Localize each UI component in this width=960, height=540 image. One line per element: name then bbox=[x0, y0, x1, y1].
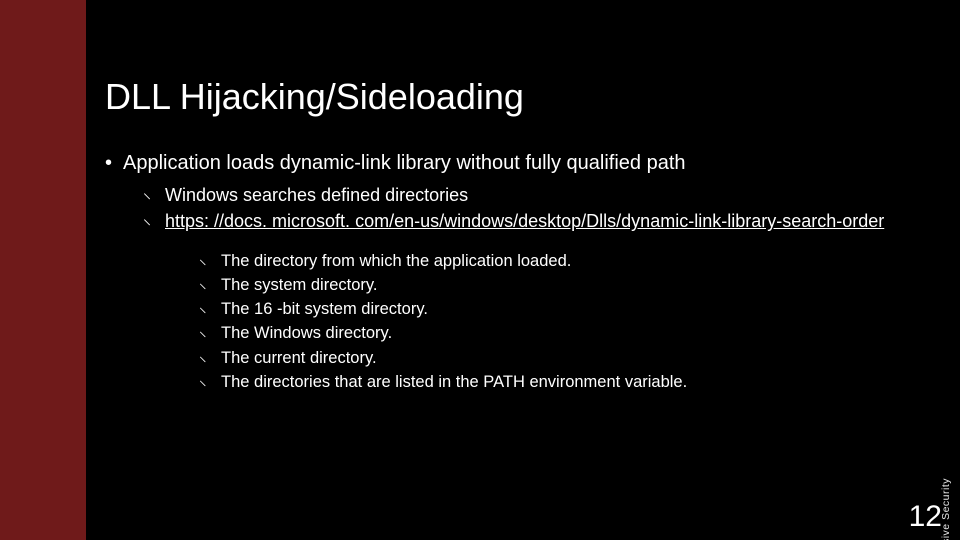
squiggle-icon: ⸜ bbox=[143, 183, 151, 205]
bullet-dot-icon: • bbox=[105, 150, 112, 177]
squiggle-icon: ⸜ bbox=[199, 322, 207, 342]
squiggle-icon: ⸜ bbox=[199, 298, 207, 318]
bullet-level2-text: Windows searches defined directories bbox=[165, 185, 468, 205]
bullet-level2: ⸜ Windows searches defined directories bbox=[143, 183, 930, 207]
bullet-level3-text: The Windows directory. bbox=[221, 324, 392, 342]
accent-bar bbox=[0, 0, 86, 540]
bullet-level3: ⸜ The 16 -bit system directory. bbox=[199, 298, 930, 320]
bullet-level3-text: The current directory. bbox=[221, 349, 377, 367]
bullet-level1: • Application loads dynamic-link library… bbox=[105, 150, 930, 393]
squiggle-icon: ⸜ bbox=[143, 209, 151, 231]
bullet-level3: ⸜ The directory from which the applicati… bbox=[199, 250, 930, 272]
bullet-level3: ⸜ The current directory. bbox=[199, 347, 930, 369]
docs-link[interactable]: https: //docs. microsoft. com/en-us/wind… bbox=[165, 211, 884, 231]
slide: DLL Hijacking/Sideloading • Application … bbox=[0, 0, 960, 540]
page-number: 12 bbox=[909, 500, 942, 534]
bullet-level3: ⸜ The Windows directory. bbox=[199, 322, 930, 344]
bullet-level3-text: The system directory. bbox=[221, 276, 377, 294]
content-area: DLL Hijacking/Sideloading • Application … bbox=[105, 0, 930, 540]
level2-list: ⸜ Windows searches defined directories ⸜… bbox=[143, 183, 930, 393]
bullet-level3: ⸜ The system directory. bbox=[199, 274, 930, 296]
slide-body: • Application loads dynamic-link library… bbox=[105, 150, 930, 403]
squiggle-icon: ⸜ bbox=[199, 347, 207, 367]
bullet-level3-text: The directories that are listed in the P… bbox=[221, 373, 687, 391]
bullet-level1-text: Application loads dynamic-link library w… bbox=[123, 152, 686, 174]
slide-title: DLL Hijacking/Sideloading bbox=[105, 76, 524, 118]
squiggle-icon: ⸜ bbox=[199, 371, 207, 391]
bullet-level3: ⸜ The directories that are listed in the… bbox=[199, 371, 930, 393]
bullet-level3-text: The directory from which the application… bbox=[221, 252, 571, 270]
level3-list: ⸜ The directory from which the applicati… bbox=[199, 250, 930, 394]
bullet-level3-text: The 16 -bit system directory. bbox=[221, 300, 428, 318]
bullet-level2: ⸜ https: //docs. microsoft. com/en-us/wi… bbox=[143, 209, 930, 233]
squiggle-icon: ⸜ bbox=[199, 274, 207, 294]
squiggle-icon: ⸜ bbox=[199, 250, 207, 270]
